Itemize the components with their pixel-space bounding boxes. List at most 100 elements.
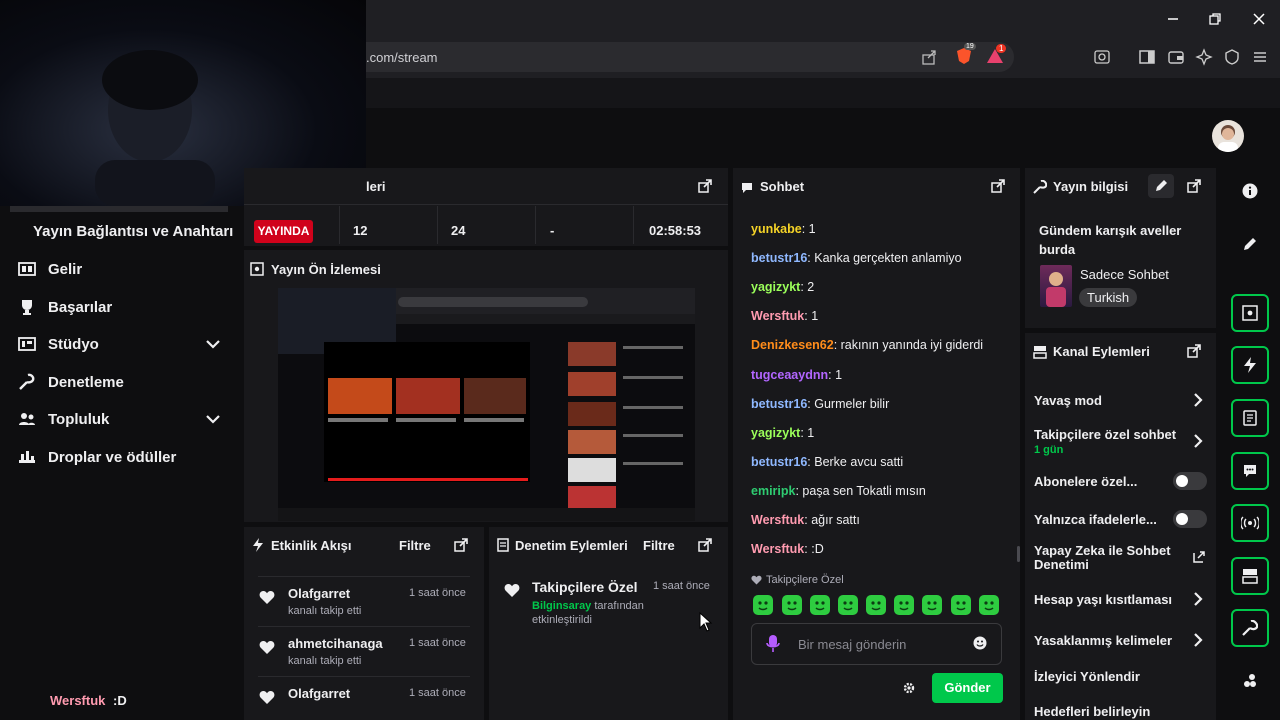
popout-icon[interactable]: [697, 178, 713, 194]
popout-icon[interactable]: [1186, 343, 1202, 359]
chat-username[interactable]: yunkabe: [751, 222, 802, 236]
chat-message: betustr16: Gurmeler bilir: [751, 397, 890, 411]
more-apps-icon[interactable]: [1242, 673, 1258, 689]
emote-icon[interactable]: [866, 595, 886, 615]
sidebar-header[interactable]: Yayın Bağlantısı ve Anahtarı: [33, 223, 233, 240]
chat-username[interactable]: yagizykt: [751, 280, 800, 294]
chat-username[interactable]: tugceaaydnn: [751, 368, 828, 382]
url-text[interactable]: .com/stream: [366, 50, 438, 65]
emote-icon[interactable]: [922, 595, 942, 615]
action-blocked-terms[interactable]: Yasaklanmış kelimeler: [1034, 633, 1172, 648]
sidebar-item-basarilar[interactable]: Başarılar: [18, 297, 112, 317]
feed-user[interactable]: Olafgarret: [288, 586, 350, 601]
chat-username[interactable]: Wersftuk: [751, 542, 804, 556]
feed-divider: [258, 626, 470, 627]
chevron-right-icon[interactable]: [1190, 631, 1206, 649]
popout-icon[interactable]: [453, 537, 469, 553]
rail-button-settings[interactable]: [1231, 609, 1269, 647]
chevron-down-icon[interactable]: [204, 335, 222, 353]
language-tag[interactable]: Turkish: [1079, 288, 1138, 307]
sidebar-item-topluluk[interactable]: Topluluk: [18, 409, 109, 429]
stream-info-title: Yayın bilgisi: [1053, 179, 1129, 194]
browser-menu-icon[interactable]: [1251, 48, 1269, 66]
reader-mode-icon[interactable]: [1093, 48, 1111, 66]
gear-icon[interactable]: [902, 681, 916, 695]
chat-username[interactable]: betustr16: [751, 397, 807, 411]
chat-text: :D: [811, 542, 824, 556]
rail-button-broadcast[interactable]: [1231, 504, 1269, 542]
mod-item-time: 1 saat önce: [653, 580, 710, 592]
mod-filter-button[interactable]: Filtre: [643, 538, 675, 553]
action-followers-only[interactable]: Takipçilere özel sohbet: [1034, 427, 1176, 442]
chat-username[interactable]: Denizkesen62: [751, 338, 834, 352]
external-link-icon[interactable]: [1192, 550, 1206, 564]
sidebar-item-gelir[interactable]: Gelir: [18, 259, 82, 279]
mic-icon[interactable]: [765, 634, 781, 654]
rail-button-chat[interactable]: [1231, 452, 1269, 490]
chat-username[interactable]: emiripk: [751, 484, 795, 498]
chat-username[interactable]: betustr16: [751, 455, 807, 469]
chevron-right-icon[interactable]: [1190, 432, 1206, 450]
vpn-icon[interactable]: [1223, 48, 1241, 66]
activity-filter-button[interactable]: Filtre: [399, 538, 431, 553]
chevron-right-icon[interactable]: [1190, 590, 1206, 608]
leo-ai-icon[interactable]: [1195, 48, 1213, 66]
sidebar-item-studyo[interactable]: Stüdyo: [18, 334, 99, 354]
rail-button-preview[interactable]: [1231, 294, 1269, 332]
action-slow-mode[interactable]: Yavaş mod: [1034, 393, 1102, 408]
chat-scrollbar[interactable]: [1017, 546, 1020, 562]
emoji-picker-icon[interactable]: [973, 636, 987, 650]
emote-icon[interactable]: [951, 595, 971, 615]
chat-message: yagizykt: 2: [751, 280, 815, 294]
chat-username[interactable]: Wersftuk: [751, 309, 804, 323]
chat-username[interactable]: yagizykt: [751, 426, 800, 440]
feed-user[interactable]: ahmetcihanaga: [288, 636, 383, 651]
popout-icon[interactable]: [697, 537, 713, 553]
share-icon[interactable]: [920, 48, 938, 66]
info-icon[interactable]: [1242, 183, 1258, 199]
subscribers-only-toggle[interactable]: [1173, 472, 1207, 490]
emote-only-toggle[interactable]: [1173, 510, 1207, 528]
category-thumbnail: [1040, 265, 1072, 307]
action-emote-only[interactable]: Yalnızca ifadelerle...: [1034, 512, 1157, 527]
emote-icon[interactable]: [810, 595, 830, 615]
rail-button-channel-actions[interactable]: [1231, 557, 1269, 595]
action-goals[interactable]: Hedefleri belirleyin: [1034, 704, 1150, 719]
sidebar-item-label: Topluluk: [48, 410, 110, 428]
popout-icon[interactable]: [990, 178, 1006, 194]
rail-button-activity[interactable]: [1231, 346, 1269, 384]
minimize-button[interactable]: [1164, 10, 1182, 28]
popout-icon[interactable]: [1186, 178, 1202, 194]
category-name[interactable]: Sadece Sohbet: [1080, 267, 1169, 282]
emote-icon[interactable]: [979, 595, 999, 615]
feed-user[interactable]: Olafgarret: [288, 686, 350, 701]
sidebar-item-label: Gelir: [48, 260, 83, 278]
action-ai-moderation[interactable]: Yapay Zeka ile Sohbet Denetimi: [1034, 544, 1179, 572]
edit-icon[interactable]: [1242, 236, 1258, 252]
document-icon: [497, 538, 509, 552]
chat-username[interactable]: betustr16: [751, 251, 807, 265]
emote-icon[interactable]: [782, 595, 802, 615]
emote-icon[interactable]: [838, 595, 858, 615]
feed-time: 1 saat önce: [409, 637, 466, 649]
sidebar-item-droplar[interactable]: Droplar ve ödüller: [18, 447, 176, 467]
restore-button[interactable]: [1206, 10, 1224, 28]
sidebar-item-denetleme[interactable]: Denetleme: [18, 372, 124, 392]
rail-button-mod-actions[interactable]: [1231, 399, 1269, 437]
mod-item-actor[interactable]: Bilginsaray: [532, 600, 591, 612]
edit-icon[interactable]: [1148, 174, 1174, 198]
stream-preview-video[interactable]: [278, 288, 695, 521]
close-window-button[interactable]: [1250, 10, 1268, 28]
chevron-down-icon[interactable]: [204, 410, 222, 428]
chat-username[interactable]: Wersftuk: [751, 513, 804, 527]
action-raid[interactable]: İzleyici Yönlendir: [1034, 669, 1140, 684]
emote-icon[interactable]: [894, 595, 914, 615]
chevron-right-icon[interactable]: [1190, 391, 1206, 409]
avatar[interactable]: [1212, 120, 1244, 152]
emote-icon[interactable]: [753, 595, 773, 615]
action-subscribers-only[interactable]: Abonelere özel...: [1034, 474, 1137, 489]
send-button[interactable]: Gönder: [932, 673, 1003, 703]
action-account-age[interactable]: Hesap yaşı kısıtlaması: [1034, 592, 1172, 607]
sidebar-toggle-icon[interactable]: [1138, 48, 1156, 66]
wallet-icon[interactable]: [1167, 48, 1185, 66]
